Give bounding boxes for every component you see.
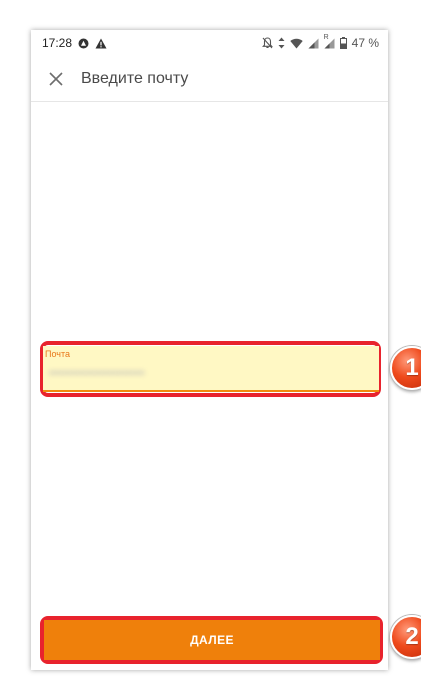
- toolbar: Введите почту: [31, 56, 388, 102]
- close-button[interactable]: [33, 56, 79, 102]
- roaming-mark: R: [323, 33, 329, 41]
- status-bar-left: 17:28: [42, 36, 107, 50]
- page-title: Введите почту: [81, 69, 189, 87]
- battery-icon: [339, 37, 347, 49]
- signal-icon: [308, 38, 319, 49]
- email-field[interactable]: Почта •••••••••••••••••••••: [43, 346, 379, 392]
- roaming-signal-icon: R: [324, 34, 335, 49]
- warning-icon: [95, 38, 107, 49]
- data-transfer-icon: [278, 37, 285, 49]
- battery-level: 47 %: [351, 36, 379, 50]
- autofill-icon: [78, 38, 89, 49]
- notifications-off-icon: [261, 37, 273, 49]
- status-bar-right: R 47 %: [261, 34, 379, 50]
- step-badge-1: 1: [390, 346, 421, 390]
- close-icon: [49, 71, 63, 86]
- step-badge-2: 2: [390, 615, 421, 659]
- phone-screen: 17:28 R 47 % Введите почту Почта •••••••…: [31, 30, 421, 670]
- email-field-label: Почта: [45, 349, 70, 359]
- wifi-icon: [289, 38, 303, 49]
- status-bar: 17:28 R 47 %: [31, 30, 388, 56]
- status-time: 17:28: [42, 36, 73, 50]
- email-field-value[interactable]: •••••••••••••••••••••: [49, 365, 379, 380]
- next-button[interactable]: ДАЛЕЕ: [44, 620, 380, 660]
